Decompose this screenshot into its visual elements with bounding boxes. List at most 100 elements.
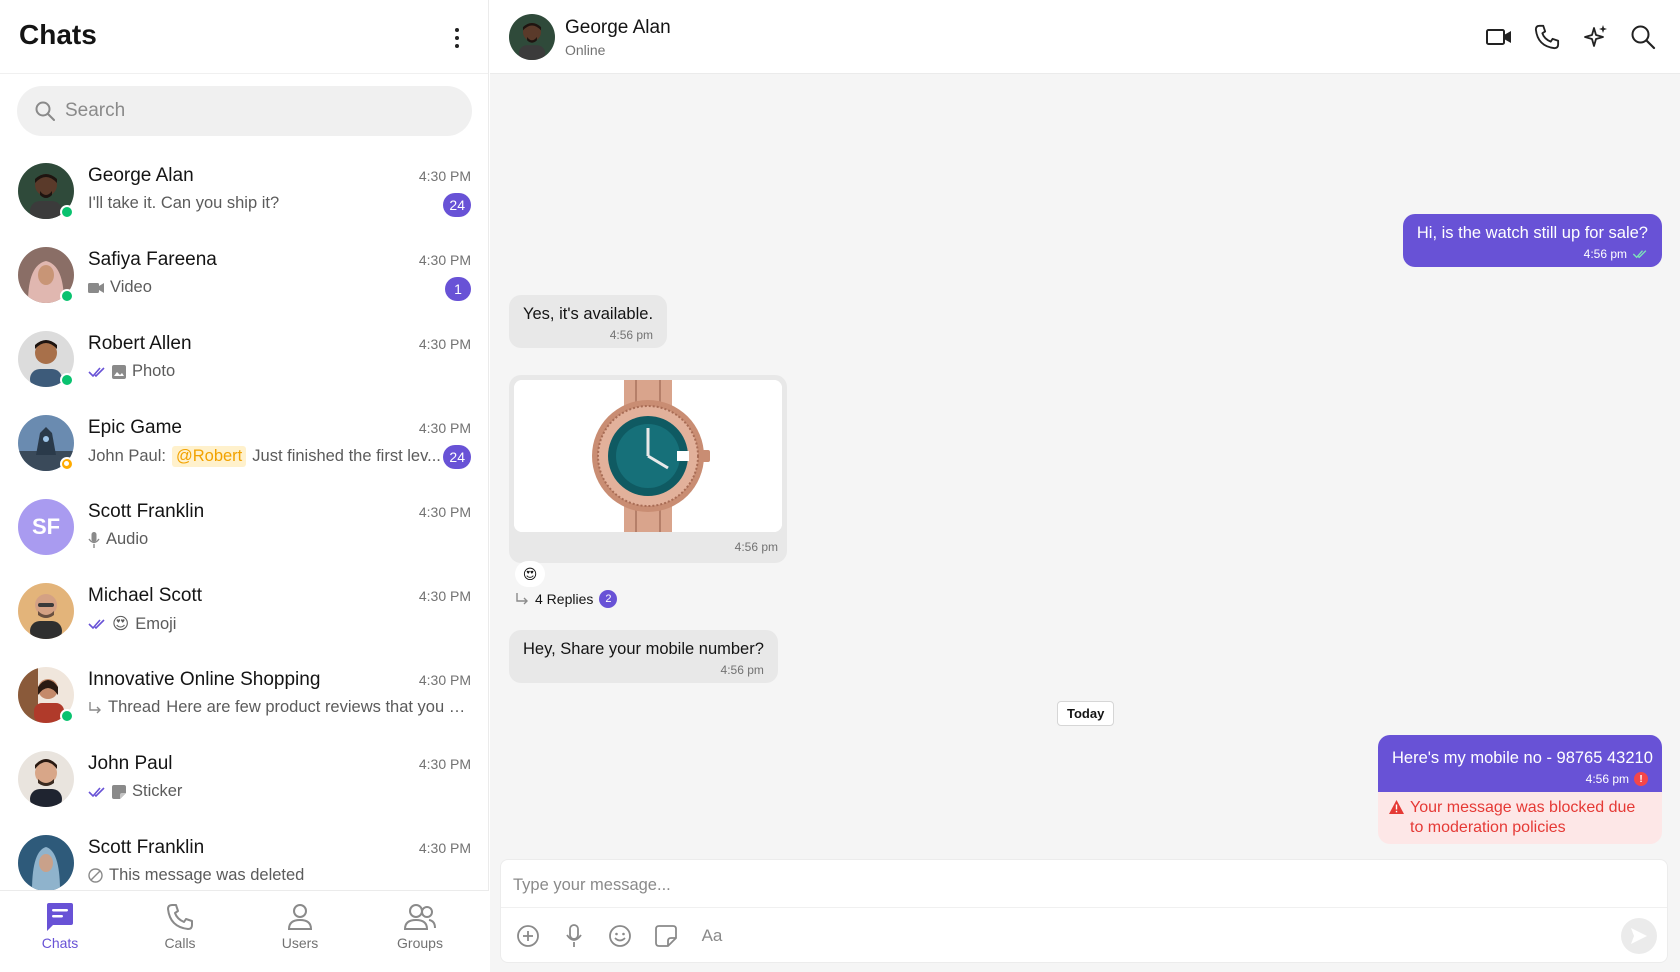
- text-format-icon[interactable]: Aa: [699, 923, 725, 949]
- microphone-icon[interactable]: [561, 923, 587, 949]
- chat-item-epic-game[interactable]: Epic Game 4:30 PM John Paul: @Robert Jus…: [0, 402, 489, 486]
- message-input[interactable]: [513, 870, 1653, 900]
- message-time: 4:56 pm: [1583, 247, 1627, 261]
- chat-item-safiya-fareena[interactable]: Safiya Fareena 4:30 PM Video 1: [0, 234, 489, 318]
- conversation-header: George Alan Online: [490, 0, 1680, 74]
- chat-name: George Alan: [88, 165, 194, 186]
- unread-replies-badge: 2: [599, 590, 618, 608]
- chat-time: 4:30 PM: [418, 420, 471, 436]
- emoji-icon[interactable]: [607, 923, 633, 949]
- chat-item-michael-scott[interactable]: Michael Scott 4:30 PM 😍 Emoji: [0, 570, 489, 654]
- message-bubble-outgoing[interactable]: Here's my mobile no - 98765 43210 4:56 p…: [1378, 735, 1662, 792]
- chat-preview-sender: John Paul:: [88, 447, 166, 465]
- blocked-message[interactable]: Here's my mobile no - 98765 43210 4:56 p…: [1378, 735, 1662, 844]
- header-actions: [1486, 24, 1656, 50]
- message-bubble-incoming[interactable]: Yes, it's available. 4:56 pm: [509, 295, 668, 348]
- chat-name: John Paul: [88, 753, 173, 774]
- online-indicator: [60, 205, 74, 219]
- ai-sparkle-icon[interactable]: [1582, 24, 1608, 50]
- double-check-icon: [88, 619, 105, 630]
- video-call-icon[interactable]: [1486, 24, 1512, 50]
- thread-replies-link[interactable]: 4 Replies 2: [515, 590, 618, 608]
- chat-preview: Photo: [88, 362, 473, 381]
- online-indicator: [60, 373, 74, 387]
- chat-time: 4:30 PM: [418, 336, 471, 352]
- chat-preview-thread-label: Thread: [108, 698, 161, 716]
- chat-name: Safiya Fareena: [88, 249, 217, 270]
- chat-preview-text: This message was deleted: [109, 866, 305, 884]
- search-icon: [35, 101, 55, 121]
- avatar: SF: [18, 499, 74, 555]
- message-meta: 4:56 pm: [523, 663, 764, 677]
- chat-item-scott-franklin[interactable]: SF Scott Franklin 4:30 PM Audio: [0, 486, 489, 570]
- search-input[interactable]: [65, 86, 445, 136]
- tab-calls[interactable]: Calls: [120, 891, 240, 972]
- chat-item-innovative-online-shopping[interactable]: Innovative Online Shopping 4:30 PM Threa…: [0, 654, 489, 738]
- photo-icon: [112, 364, 126, 379]
- message-time: 4:56 pm: [720, 663, 764, 677]
- error-icon: !: [1634, 772, 1648, 786]
- chat-preview-text: Here are few product reviews that you m.…: [166, 698, 467, 716]
- message-text: Hey, Share your mobile number?: [523, 640, 764, 658]
- chat-name: Scott Franklin: [88, 501, 205, 522]
- message-bubble-outgoing[interactable]: Hi, is the watch still up for sale? 4:56…: [1402, 214, 1662, 267]
- tab-groups[interactable]: Groups: [360, 891, 480, 972]
- date-separator: Today: [1057, 701, 1115, 726]
- avatar: [18, 583, 74, 639]
- chat-item-john-paul[interactable]: John Paul 4:30 PM Sticker: [0, 738, 489, 822]
- chat-item-robert-allen[interactable]: Robert Allen 4:30 PM Photo: [0, 318, 489, 402]
- search-icon[interactable]: [1630, 24, 1656, 50]
- double-check-icon: [88, 366, 105, 377]
- unread-badge: 24: [443, 445, 471, 469]
- chat-name: Scott Franklin: [88, 837, 205, 858]
- voice-call-icon[interactable]: [1534, 24, 1560, 50]
- chat-preview: 😍 Emoji: [88, 614, 473, 634]
- group-indicator: [60, 457, 74, 471]
- chat-preview: This message was deleted: [88, 866, 473, 885]
- send-icon: [1631, 928, 1647, 944]
- chat-item-scott-franklin-2[interactable]: Scott Franklin 4:30 PM This message was …: [0, 822, 489, 890]
- contact-name[interactable]: George Alan: [565, 17, 671, 39]
- sticker-icon: [112, 784, 126, 799]
- avatar: [18, 751, 74, 807]
- moderation-warning: Your message was blocked due to moderati…: [1378, 792, 1662, 844]
- watch-image[interactable]: [514, 380, 782, 532]
- chat-preview-text: I'll take it. Can you ship it?: [88, 194, 280, 212]
- video-icon: [88, 282, 104, 293]
- read-receipt-icon: [1632, 250, 1647, 259]
- image-message[interactable]: 4:56 pm: [509, 375, 787, 563]
- tab-calls-label: Calls: [164, 935, 196, 951]
- chat-preview-text: Sticker: [132, 782, 183, 800]
- chat-sidebar: Chats George Alan 4:30 PM I'll take it. …: [0, 0, 489, 972]
- message-meta: 4:56 pm !: [1392, 772, 1648, 786]
- chat-preview-text: Video: [110, 278, 152, 296]
- chat-preview: Audio: [88, 530, 473, 549]
- chats-icon: [47, 903, 73, 931]
- chat-preview-text: Emoji: [135, 614, 177, 633]
- message-time: 4:56 pm: [1585, 772, 1629, 786]
- contact-avatar[interactable]: [509, 14, 555, 60]
- composer-toolbar: Aa: [515, 923, 725, 949]
- tab-users[interactable]: Users: [240, 891, 360, 972]
- chat-item-george-alan[interactable]: George Alan 4:30 PM I'll take it. Can yo…: [0, 150, 489, 234]
- send-button[interactable]: [1621, 918, 1657, 954]
- unread-badge: 1: [445, 277, 471, 301]
- message-bubble-incoming[interactable]: Hey, Share your mobile number? 4:56 pm: [509, 630, 778, 683]
- message-reaction[interactable]: 😍: [515, 561, 545, 587]
- chat-list: George Alan 4:30 PM I'll take it. Can yo…: [0, 150, 489, 890]
- contact-status: Online: [565, 42, 606, 58]
- attach-plus-icon[interactable]: [515, 923, 541, 949]
- user-icon: [287, 904, 313, 930]
- message-text: Here's my mobile no - 98765 43210: [1392, 749, 1653, 767]
- tab-chats-label: Chats: [41, 935, 79, 951]
- double-check-icon: [88, 786, 105, 797]
- chat-preview: Sticker: [88, 782, 473, 801]
- search-bar[interactable]: [17, 86, 472, 136]
- thread-reply-icon: [89, 701, 101, 713]
- chat-preview-text: Just finished the first lev...: [252, 447, 441, 465]
- sticker-icon[interactable]: [653, 923, 679, 949]
- more-options-icon[interactable]: [446, 24, 468, 52]
- message-meta: 4:56 pm: [1417, 247, 1648, 261]
- tab-chats[interactable]: Chats: [0, 891, 120, 972]
- message-composer: Aa: [500, 859, 1668, 963]
